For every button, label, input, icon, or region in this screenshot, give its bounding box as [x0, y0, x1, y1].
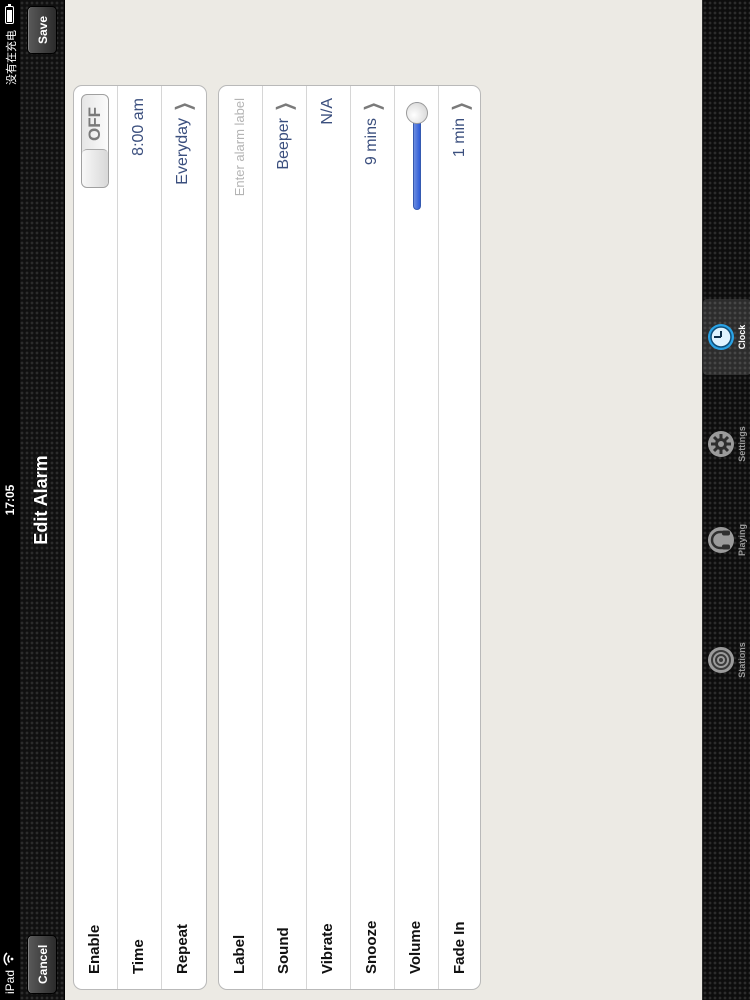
- save-button[interactable]: Save: [27, 6, 57, 55]
- chevron-right-icon: ❯: [274, 101, 296, 112]
- alarm-settings-group: Enable OFF Time 8:00 am Repeat Everyday …: [73, 85, 207, 990]
- snooze-label: Snooze: [363, 920, 380, 974]
- label-row[interactable]: Label Enter alarm label: [219, 86, 263, 989]
- chevron-right-icon: ❯: [173, 101, 195, 112]
- toggle-knob: [82, 149, 108, 187]
- repeat-value: Everyday: [174, 118, 191, 185]
- headphones-icon: [708, 527, 734, 553]
- volume-row: Volume: [395, 86, 439, 989]
- fade-in-label: Fade In: [451, 921, 468, 974]
- time-row[interactable]: Time 8:00 am: [118, 86, 162, 989]
- enable-label: Enable: [86, 924, 103, 974]
- snooze-row[interactable]: Snooze 9 mins ❯: [351, 86, 395, 989]
- gear-icon: [708, 431, 734, 457]
- status-time: 17:05: [3, 484, 17, 516]
- tab-clock-label: Clock: [737, 324, 747, 350]
- sound-label: Sound: [275, 927, 292, 974]
- tab-bar: Stations Playing Settings Clock: [702, 0, 750, 1000]
- tab-stations[interactable]: Stations: [703, 622, 750, 698]
- chevron-right-icon: ❯: [362, 101, 384, 112]
- time-label: Time: [130, 939, 147, 974]
- volume-slider[interactable]: [406, 102, 428, 210]
- status-bar: iPad 17:05 没有在充电: [0, 0, 20, 1000]
- volume-label: Volume: [407, 920, 424, 974]
- snooze-value: 9 mins: [363, 118, 380, 166]
- alarm-label-input[interactable]: Enter alarm label: [232, 98, 247, 196]
- battery-icon: [5, 6, 14, 24]
- time-value: 8:00 am: [130, 98, 147, 156]
- tab-clock[interactable]: Clock: [703, 299, 750, 375]
- enable-row: Enable OFF: [74, 86, 118, 989]
- sound-value: Beeper: [275, 118, 292, 170]
- volume-slider-thumb[interactable]: [406, 102, 428, 124]
- tab-settings[interactable]: Settings: [703, 406, 750, 482]
- repeat-label: Repeat: [174, 923, 191, 974]
- navigation-bar: Cancel Edit Alarm Save: [20, 0, 65, 1000]
- app-screen: iPad 17:05 没有在充电 Cancel Edit Alarm Save …: [0, 0, 750, 1000]
- tab-stations-label: Stations: [737, 642, 747, 678]
- tab-playing-label: Playing: [737, 524, 747, 557]
- vibrate-row: Vibrate N/A: [307, 86, 351, 989]
- toggle-state-text: OFF: [85, 107, 104, 141]
- charging-status: 没有在充电: [6, 30, 18, 85]
- vibrate-label: Vibrate: [319, 923, 336, 974]
- chevron-right-icon: ❯: [450, 101, 472, 112]
- enable-toggle[interactable]: OFF: [81, 94, 109, 188]
- repeat-row[interactable]: Repeat Everyday ❯: [162, 86, 205, 989]
- page-title: Edit Alarm: [31, 455, 51, 545]
- alarm-options-group: Label Enter alarm label Sound Beeper ❯ V…: [218, 85, 481, 990]
- fade-in-value: 1 min: [451, 118, 468, 158]
- tab-settings-label: Settings: [737, 426, 747, 462]
- stations-icon: [708, 647, 734, 673]
- label-label: Label: [231, 934, 248, 974]
- fade-in-row[interactable]: Fade In 1 min ❯: [439, 86, 481, 989]
- tab-playing[interactable]: Playing: [703, 502, 750, 578]
- clock-icon: [708, 324, 734, 350]
- sound-row[interactable]: Sound Beeper ❯: [263, 86, 307, 989]
- vibrate-value: N/A: [319, 98, 336, 125]
